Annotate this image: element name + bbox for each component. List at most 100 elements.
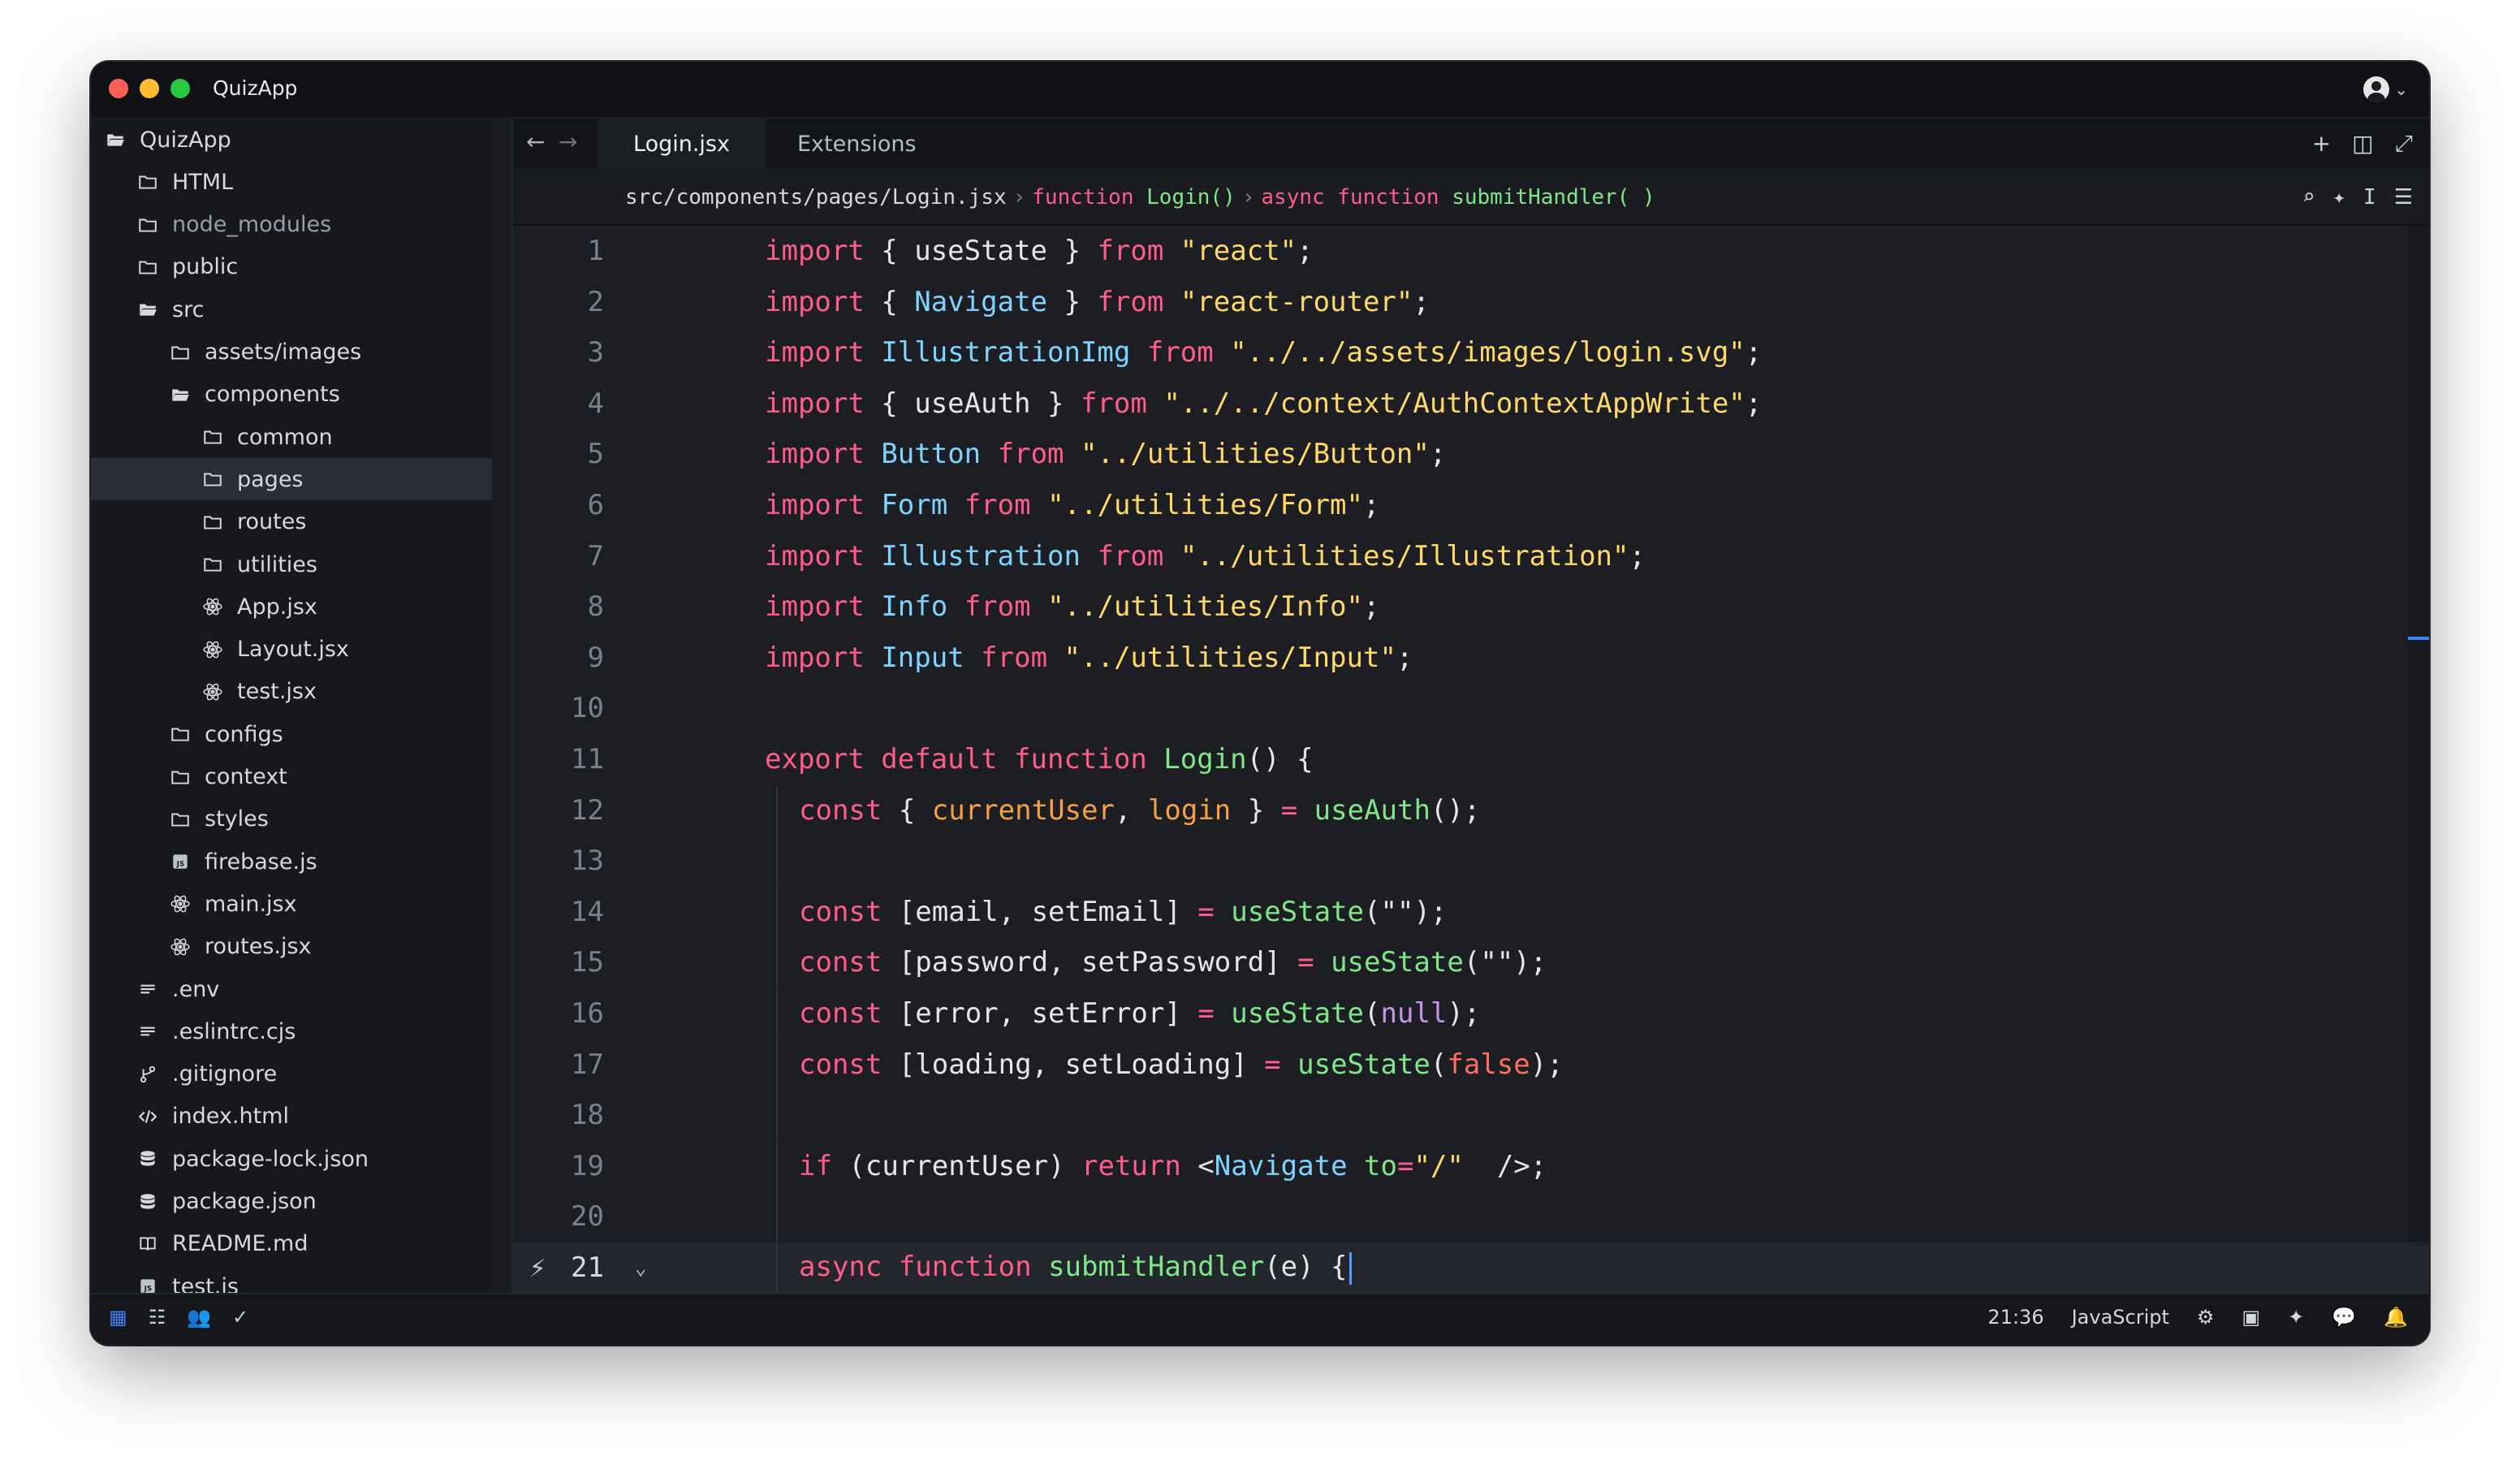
- code-line[interactable]: 20: [513, 1191, 2429, 1242]
- code-line[interactable]: 15 const [password, setPassword] = useSta…: [513, 937, 2429, 988]
- minimize-window-button[interactable]: [140, 79, 159, 98]
- code-line[interactable]: 5 import Button from "../utilities/Button…: [513, 429, 2429, 479]
- sidebar-item[interactable]: src: [91, 288, 492, 331]
- sidebar-item[interactable]: QuizApp: [91, 119, 492, 161]
- sidebar-item-label: .gitignore: [172, 1061, 278, 1087]
- code-line[interactable]: 12 const { currentUser, login } = useAuth…: [513, 784, 2429, 836]
- sidebar-item[interactable]: .eslintrc.cjs: [91, 1010, 492, 1052]
- terminal-icon[interactable]: ▣: [2242, 1306, 2260, 1329]
- sidebar-item[interactable]: README.md: [91, 1223, 492, 1265]
- collaborators-icon[interactable]: 👥: [187, 1306, 211, 1329]
- outline-icon[interactable]: ☷: [149, 1306, 166, 1329]
- sidebar-item[interactable]: components: [91, 374, 492, 416]
- code-line[interactable]: ⚡ 21 ⌄ async function submitHandler(e) {: [513, 1242, 2429, 1293]
- text-cursor: [1348, 1251, 1352, 1285]
- breadcrumb-symbol-login[interactable]: Login(): [1146, 185, 1236, 210]
- text-cursor-icon[interactable]: I: [2363, 185, 2376, 210]
- language-mode[interactable]: JavaScript: [2072, 1306, 2169, 1329]
- code-line[interactable]: 19 if (currentUser) return <Navigate to="…: [513, 1140, 2429, 1191]
- code-editor[interactable]: 1 import { useState } from "react"; 2 impor…: [513, 226, 2429, 1294]
- code-line[interactable]: 10: [513, 683, 2429, 733]
- sidebar-item[interactable]: public: [91, 246, 492, 288]
- sidebar-item[interactable]: JS firebase.js: [91, 841, 492, 883]
- sidebar-item[interactable]: index.html: [91, 1096, 492, 1138]
- profile-menu[interactable]: ⌄: [2363, 73, 2408, 106]
- code-token: ;: [1413, 285, 1430, 318]
- code-line[interactable]: 2 import { Navigate } from "react-router"…: [513, 277, 2429, 327]
- checkmark-icon[interactable]: ✓: [232, 1306, 248, 1329]
- close-window-button[interactable]: [109, 79, 128, 98]
- sidebar-item[interactable]: test.jsx: [91, 671, 492, 713]
- sidebar-item[interactable]: main.jsx: [91, 883, 492, 925]
- sidebar-item[interactable]: pages: [91, 458, 492, 501]
- code-line[interactable]: 17 const [loading, setLoading] = useState…: [513, 1039, 2429, 1090]
- sidebar-item[interactable]: context: [91, 756, 492, 798]
- sidebar-item[interactable]: routes: [91, 501, 492, 543]
- code-text: import Form from "../utilities/Form";: [765, 489, 1379, 521]
- sidebar-item-label: configs: [205, 721, 283, 747]
- back-arrow-icon[interactable]: ←: [526, 128, 545, 155]
- sidebar-item[interactable]: styles: [91, 798, 492, 841]
- fold-chevron-icon[interactable]: ⌄: [635, 1256, 646, 1279]
- forward-arrow-icon[interactable]: →: [559, 128, 577, 155]
- sidebar-item[interactable]: App.jsx: [91, 586, 492, 628]
- search-icon[interactable]: ⌕: [2302, 185, 2315, 210]
- new-tab-plus-icon[interactable]: +: [2312, 130, 2331, 158]
- assistant-icon[interactable]: ✦: [2288, 1306, 2304, 1329]
- breadcrumb-symbol-keyword[interactable]: async function: [1261, 185, 1439, 210]
- sidebar-item[interactable]: .env: [91, 968, 492, 1010]
- code-line[interactable]: 8 import Info from "../utilities/Info";: [513, 581, 2429, 632]
- breadcrumb-separator: ›: [1241, 185, 1255, 210]
- tab-login-jsx[interactable]: Login.jsx: [598, 119, 766, 169]
- tab-extensions[interactable]: Extensions: [762, 119, 952, 169]
- code-line[interactable]: 3 import IllustrationImg from "../../asse…: [513, 327, 2429, 378]
- sidebar-item-label: assets/images: [205, 339, 362, 365]
- sidebar-item[interactable]: Layout.jsx: [91, 629, 492, 671]
- sidebar-item[interactable]: HTML: [91, 161, 492, 203]
- expand-icon[interactable]: ⤢: [2395, 130, 2413, 158]
- code-token: ;: [1629, 539, 1646, 573]
- breadcrumb-symbol-submit-handler[interactable]: submitHandler( ): [1452, 185, 1655, 210]
- code-line[interactable]: 18: [513, 1090, 2429, 1141]
- sidebar-item[interactable]: package-lock.json: [91, 1138, 492, 1180]
- sidebar-item[interactable]: .gitignore: [91, 1053, 492, 1096]
- sidebar-item[interactable]: node_modules: [91, 204, 492, 246]
- notification-bell-icon[interactable]: 🔔: [2384, 1306, 2408, 1329]
- code-line[interactable]: 16 const [error, setError] = useState(nul…: [513, 988, 2429, 1039]
- sidebar-item[interactable]: routes.jsx: [91, 926, 492, 968]
- sidebar-item[interactable]: utilities: [91, 543, 492, 586]
- sidebar-item[interactable]: JS test.js: [91, 1265, 492, 1294]
- chat-icon[interactable]: 💬: [2332, 1306, 2356, 1329]
- sidebar-item[interactable]: assets/images: [91, 331, 492, 374]
- code-line[interactable]: 14 const [email, setEmail] = useState("")…: [513, 886, 2429, 937]
- sparkle-assist-icon[interactable]: ✦: [2332, 185, 2345, 210]
- code-line[interactable]: 6 import Form from "../utilities/Form";: [513, 480, 2429, 530]
- breadcrumb-symbol-keyword[interactable]: function: [1032, 185, 1133, 210]
- code-token: ;: [1297, 235, 1314, 267]
- sidebar-resize-handle[interactable]: [492, 119, 513, 1294]
- code-token: from: [1097, 539, 1164, 573]
- sidebar-item[interactable]: common: [91, 416, 492, 458]
- zoom-window-button[interactable]: [170, 79, 190, 98]
- folder-icon: [136, 171, 159, 193]
- code-line[interactable]: 11 export default function Login() {: [513, 734, 2429, 784]
- code-line[interactable]: 7 import Illustration from "../utilities/…: [513, 531, 2429, 581]
- code-token: "../utilities/Input": [1064, 641, 1396, 674]
- sidebar-item[interactable]: configs: [91, 713, 492, 755]
- copilot-icon[interactable]: ⚙: [2197, 1306, 2215, 1329]
- sidebar-item[interactable]: package.json: [91, 1181, 492, 1223]
- git-icon: [136, 1063, 159, 1086]
- code-line[interactable]: 4 import { useAuth } from "../../context/…: [513, 378, 2429, 429]
- code-line[interactable]: 1 import { useState } from "react";: [513, 226, 2429, 276]
- settings-sliders-icon[interactable]: ☰: [2394, 185, 2413, 210]
- project-panel-icon[interactable]: ▦: [109, 1306, 127, 1329]
- code-line[interactable]: 9 import Input from "../utilities/Input";: [513, 633, 2429, 683]
- split-pane-icon[interactable]: ◫: [2352, 130, 2373, 158]
- code-line[interactable]: 13: [513, 836, 2429, 887]
- cursor-position[interactable]: 21:36: [1987, 1306, 2043, 1329]
- breadcrumb-path[interactable]: src/components/pages/Login.jsx: [625, 185, 1007, 210]
- code-token: ;: [1363, 489, 1380, 521]
